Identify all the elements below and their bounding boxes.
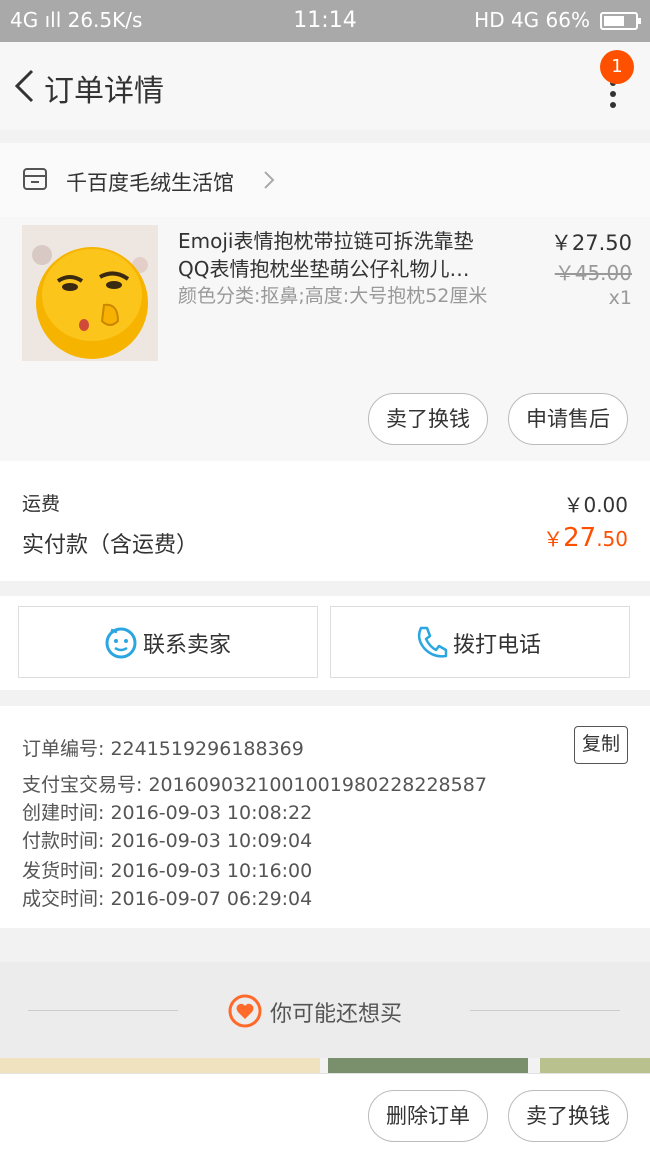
divider-left <box>28 1010 178 1011</box>
divider-right <box>470 1010 620 1011</box>
paid-time: 付款时间: 2016-09-03 10:09:04 <box>22 830 313 852</box>
battery-icon <box>600 12 641 30</box>
recommend-title: 你可能还想买 <box>270 1002 403 1027</box>
chat-face-icon <box>105 627 137 659</box>
shipped-time: 发货时间: 2016-09-03 10:16:00 <box>22 860 313 882</box>
total-paid-value: ￥27.50 <box>543 523 628 553</box>
shipping-label: 运费 <box>22 493 61 515</box>
notification-badge: 1 <box>600 50 634 84</box>
sell-for-cash-button[interactable]: 卖了换钱 <box>368 393 488 445</box>
product-sku: 颜色分类:抠鼻;高度:大号抱枕52厘米 <box>178 285 488 307</box>
order-info: 订单编号: 2241519296188369 复制 支付宝交易号: 201609… <box>0 706 650 928</box>
shop-row[interactable]: 千百度毛绒生活馆 <box>0 143 650 217</box>
order-number: 订单编号: 2241519296188369 <box>22 738 304 760</box>
bottom-action-bar: 删除订单 卖了换钱 <box>0 1073 650 1155</box>
product-title-line1: Emoji表情抱枕带拉链可拆洗靠垫 <box>178 229 474 253</box>
contact-section: 联系卖家 拨打电话 <box>0 596 650 690</box>
page-title: 订单详情 <box>44 74 164 109</box>
quantity: x1 <box>608 287 632 309</box>
signal-battery-status: HD 4G 66% <box>474 8 590 32</box>
product-title[interactable]: Emoji表情抱枕带拉链可拆洗靠垫 QQ表情抱枕坐垫萌公仔礼物儿… <box>178 227 518 283</box>
chevron-right-icon <box>264 171 275 189</box>
alipay-transaction-number: 支付宝交易号: 2016090321001001980228228587 <box>22 774 487 796</box>
contact-seller-button[interactable]: 联系卖家 <box>18 606 318 678</box>
fee-summary: 运费 ￥0.00 实付款（含运费） ￥27.50 <box>0 461 650 581</box>
total-decimal: .50 <box>596 527 628 551</box>
emoji-pillow-image <box>22 225 158 361</box>
call-phone-label: 拨打电话 <box>453 633 542 658</box>
heart-icon <box>228 994 262 1028</box>
after-sale-button[interactable]: 申请售后 <box>508 393 628 445</box>
back-arrow-icon[interactable] <box>12 68 38 104</box>
store-icon <box>23 168 47 190</box>
more-menu-icon[interactable] <box>608 80 618 110</box>
product-price: ￥27.50 <box>550 231 632 255</box>
status-bar: 4G ıll 26.5K/s 11:14 HD 4G 66% <box>0 0 650 42</box>
recommend-header: 你可能还想买 <box>0 962 650 1058</box>
product-title-line2: QQ表情抱枕坐垫萌公仔礼物儿… <box>178 257 470 281</box>
completed-time: 成交时间: 2016-09-07 06:29:04 <box>22 888 313 910</box>
phone-icon <box>417 626 448 658</box>
nav-bar: 订单详情 1 <box>0 42 650 130</box>
order-item[interactable]: Emoji表情抱枕带拉链可拆洗靠垫 QQ表情抱枕坐垫萌公仔礼物儿… 颜色分类:抠… <box>0 217 650 461</box>
total-integer: 27 <box>563 523 597 553</box>
shipping-value: ￥0.00 <box>563 493 628 517</box>
created-time: 创建时间: 2016-09-03 10:08:22 <box>22 802 313 824</box>
call-phone-button[interactable]: 拨打电话 <box>330 606 630 678</box>
total-paid-label: 实付款（含运费） <box>22 533 199 558</box>
shop-name: 千百度毛绒生活馆 <box>66 171 234 195</box>
product-thumbnail[interactable] <box>22 225 158 361</box>
delete-order-button[interactable]: 删除订单 <box>368 1090 488 1142</box>
original-price: ￥45.00 <box>554 261 632 285</box>
sell-for-cash-button-bottom[interactable]: 卖了换钱 <box>508 1090 628 1142</box>
contact-seller-label: 联系卖家 <box>143 633 232 658</box>
copy-button[interactable]: 复制 <box>574 726 628 764</box>
total-currency: ￥ <box>543 527 564 551</box>
